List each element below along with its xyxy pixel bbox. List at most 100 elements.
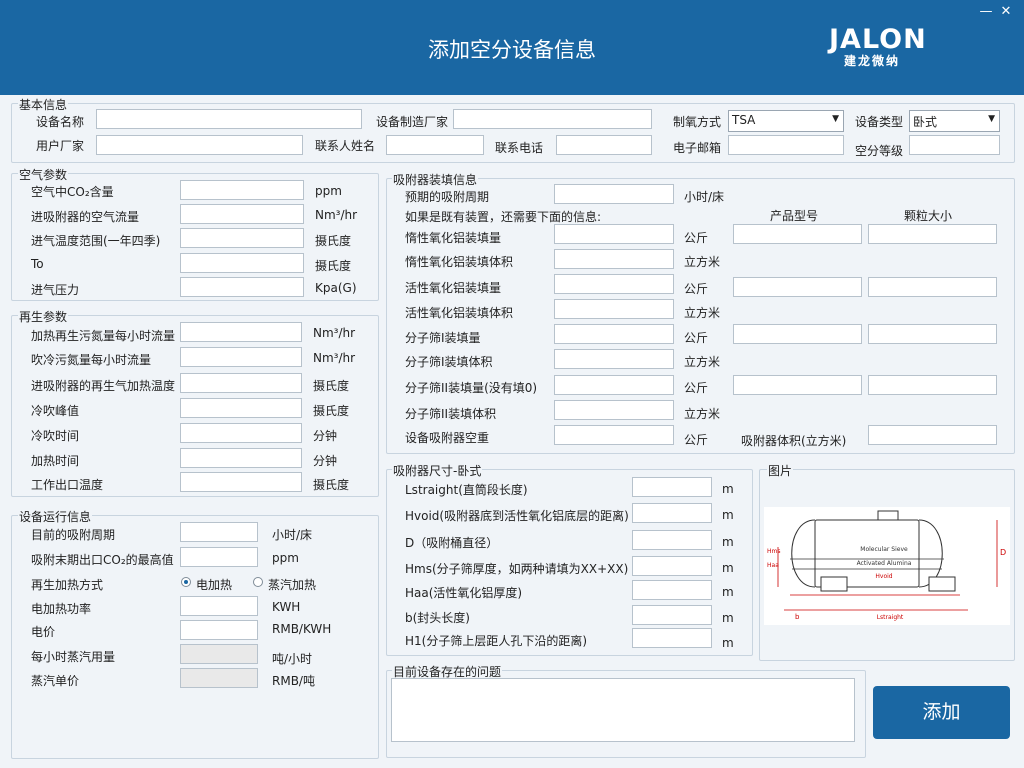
fill-row-label: 分子筛II装填体积 — [405, 407, 497, 421]
size-input[interactable] — [632, 530, 712, 550]
fill-row-unit: 立方米 — [684, 355, 721, 369]
steam-price-label: 蒸汽单价 — [31, 674, 80, 688]
product-model-input[interactable] — [733, 277, 862, 297]
chevron-down-icon: ▼ — [988, 114, 995, 124]
size-row-label: b(封头长度) — [405, 611, 470, 625]
regen-row-label: 加热时间 — [31, 454, 80, 468]
particle-size-input[interactable] — [868, 277, 997, 297]
minimize-icon[interactable]: — — [976, 4, 996, 19]
fill-input[interactable] — [554, 349, 674, 369]
product-model-input[interactable] — [733, 224, 862, 244]
co2-max-unit: ppm — [272, 551, 299, 565]
diagram-hms-label: Hms — [767, 548, 780, 555]
price-label: 电价 — [31, 625, 56, 639]
size-input[interactable] — [632, 503, 712, 523]
fill-row-label: 设备吸附器空重 — [405, 431, 490, 445]
fill-row-unit: 立方米 — [684, 255, 721, 269]
fill-row-label: 惰性氧化铝装填体积 — [405, 255, 514, 269]
adsorber-volume-label: 吸附器体积(立方米) — [741, 434, 847, 448]
heat-electric-label[interactable]: 电加热 — [196, 576, 232, 593]
regen-input[interactable] — [180, 398, 302, 418]
price-input[interactable] — [180, 620, 258, 640]
regen-input[interactable] — [180, 322, 302, 342]
power-label: 电加热功率 — [31, 602, 92, 616]
regen-input[interactable] — [180, 347, 302, 367]
air-grade-input[interactable] — [909, 135, 1000, 155]
window-controls: — ✕ — [976, 4, 1016, 19]
size-input[interactable] — [632, 477, 712, 497]
air-row-unit: Nm³/hr — [315, 208, 358, 222]
device-type-value: 卧式 — [913, 115, 938, 129]
air-flow-input[interactable] — [180, 204, 304, 224]
problem-textarea[interactable] — [391, 678, 855, 742]
regen-row-label: 工作出口温度 — [31, 478, 104, 492]
regen-input[interactable] — [180, 448, 302, 468]
regen-input[interactable] — [180, 472, 302, 492]
horizontal-adsorber-drawing: Molecular Sieve Activated Alumina Hvoid … — [764, 507, 1010, 625]
device-type-label: 设备类型 — [855, 115, 904, 129]
particle-size-input[interactable] — [868, 375, 997, 395]
user-factory-input[interactable] — [96, 135, 303, 155]
fill-row-label: 分子筛II装填量(没有填0) — [405, 381, 538, 395]
regen-input[interactable] — [180, 423, 302, 443]
diagram-hvoid-label: Hvoid — [875, 573, 892, 580]
heat-steam-label[interactable]: 蒸汽加热 — [268, 576, 316, 593]
fill-row-unit: 立方米 — [684, 407, 721, 421]
device-name-input[interactable] — [96, 109, 362, 129]
fill-row-label: 惰性氧化铝装填量 — [405, 231, 502, 245]
fill-input[interactable] — [554, 224, 674, 244]
fill-input[interactable] — [554, 324, 674, 344]
air-to-input[interactable] — [180, 253, 304, 273]
contact-phone-input[interactable] — [556, 135, 652, 155]
product-model-input[interactable] — [733, 324, 862, 344]
size-input[interactable] — [632, 628, 712, 648]
fill-row-label: 活性氧化铝装填体积 — [405, 306, 514, 320]
size-row-unit: m — [722, 482, 734, 496]
air-co2-input[interactable] — [180, 180, 304, 200]
expected-cycle-input[interactable] — [554, 184, 674, 204]
air-temp-range-input[interactable] — [180, 228, 304, 248]
price-unit: RMB/KWH — [272, 622, 332, 636]
oxygen-method-select[interactable]: TSA ▼ — [728, 110, 844, 132]
heat-electric-radio[interactable] — [181, 577, 191, 587]
email-input[interactable] — [728, 135, 844, 155]
air-params-title: 空气参数 — [18, 166, 69, 183]
size-input[interactable] — [632, 580, 712, 600]
steam-price-input[interactable] — [180, 668, 258, 688]
size-input[interactable] — [632, 605, 712, 625]
close-icon[interactable]: ✕ — [996, 4, 1016, 19]
air-row-unit: Kpa(G) — [315, 281, 357, 295]
particle-size-input[interactable] — [868, 224, 997, 244]
regen-row-unit: 摄氏度 — [313, 478, 350, 492]
diagram-aa-label: Activated Alumina — [857, 560, 912, 567]
heat-steam-radio[interactable] — [253, 577, 263, 587]
cycle-input[interactable] — [180, 522, 258, 542]
user-factory-label: 用户厂家 — [36, 139, 85, 153]
manufacturer-input[interactable] — [453, 109, 652, 129]
steam-per-hour-input[interactable] — [180, 644, 258, 664]
air-row-label: 进气温度范围(一年四季) — [31, 234, 161, 248]
regen-input[interactable] — [180, 373, 302, 393]
fill-input[interactable] — [554, 299, 674, 319]
fill-input[interactable] — [554, 425, 674, 445]
co2-max-input[interactable] — [180, 547, 258, 567]
contact-name-input[interactable] — [386, 135, 484, 155]
fill-input[interactable] — [554, 400, 674, 420]
particle-size-input[interactable] — [868, 324, 997, 344]
fill-input[interactable] — [554, 249, 674, 269]
regen-row-label: 加热再生污氮量每小时流量 — [31, 329, 176, 343]
size-input[interactable] — [632, 556, 712, 576]
air-row-label: 空气中CO₂含量 — [31, 185, 114, 199]
adsorber-volume-input[interactable] — [868, 425, 997, 445]
oxygen-method-label: 制氧方式 — [673, 115, 722, 129]
size-row-label: Lstraight(直筒段长度) — [405, 483, 528, 497]
power-input[interactable] — [180, 596, 258, 616]
add-button[interactable]: 添加 — [873, 686, 1010, 739]
air-grade-label: 空分等级 — [855, 144, 904, 158]
fill-input[interactable] — [554, 375, 674, 395]
diagram-lstraight-label: Lstraight — [877, 614, 904, 621]
fill-input[interactable] — [554, 274, 674, 294]
air-pressure-input[interactable] — [180, 277, 304, 297]
device-type-select[interactable]: 卧式 ▼ — [909, 110, 1000, 132]
product-model-input[interactable] — [733, 375, 862, 395]
